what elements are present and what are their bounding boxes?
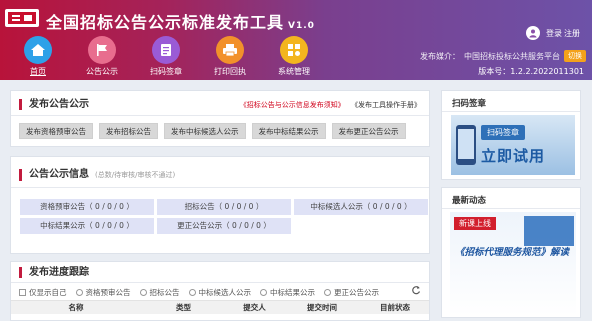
publish-media-value: 中国招标投标公共服务平台 <box>464 51 560 61</box>
notice-info-title: 公告公示信息 (总数/待审核/审核不通过) <box>19 169 175 181</box>
filter-correction-radio[interactable]: 更正公告公示 <box>324 287 379 298</box>
refresh-icon[interactable] <box>411 285 421 295</box>
scan-banner-text: 立即试用 <box>481 147 546 165</box>
publish-media: 发布媒介： 中国招标投标公共服务平台 切换 <box>420 50 586 62</box>
app-version: V1.0 <box>288 21 315 31</box>
nav-label-system-settings: 系统管理 <box>278 67 310 76</box>
radio-circle <box>139 289 147 296</box>
filter-prequal-label: 资格预审公告 <box>85 288 131 297</box>
latest-news-panel: 最新动态 新课上线 《招标代理服务规范》解读 <box>441 187 581 318</box>
nav-item-system-settings[interactable]: 系统管理 <box>262 36 326 77</box>
only-mine-checkbox[interactable]: 仅显示自己 <box>19 287 67 298</box>
col-submit-time: 提交时间 <box>307 303 337 312</box>
document-icon <box>152 36 180 64</box>
filter-candidate-radio[interactable]: 中标候选人公示 <box>188 287 252 298</box>
scan-banner-tag: 扫码签章 <box>481 125 525 140</box>
news-banner[interactable]: 新课上线 《招标代理服务规范》解读 <box>450 212 576 316</box>
col-name: 名称 <box>68 303 84 312</box>
progress-title: 发布进度跟踪 <box>19 267 89 278</box>
progress-panel: 发布进度跟踪 仅显示自己 资格预审公告 招标公告 中标候选人公示 中标结果公示 … <box>10 261 430 321</box>
radio-circle <box>324 289 331 296</box>
filter-correction-label: 更正公告公示 <box>334 288 379 297</box>
nav-label-print-receipt: 打印回执 <box>214 67 246 76</box>
publish-panel: 发布公告公示 《招标公告与公示信息发布须知》 《发布工具操作手册》 发布资格预审… <box>10 90 430 147</box>
filter-prequal-radio[interactable]: 资格预审公告 <box>75 287 131 298</box>
divider <box>442 111 580 112</box>
filter-result-label: 中标结果公示 <box>270 288 315 297</box>
radio-circle <box>75 289 83 296</box>
divider <box>11 115 429 116</box>
filter-tender-radio[interactable]: 招标公告 <box>139 287 180 298</box>
radio-circle <box>188 289 196 296</box>
col-status: 目前状态 <box>380 303 410 312</box>
notice-info-panel: 公告公示信息 (总数/待审核/审核不通过) 资格预审公告（ 0 / 0 / 0 ）… <box>10 156 430 254</box>
register-link[interactable]: 注册 <box>564 28 580 39</box>
publish-result-button[interactable]: 发布中标结果公示 <box>251 123 326 139</box>
publish-correction-button[interactable]: 发布更正公告公示 <box>331 123 406 139</box>
nav-label-notices: 公告公示 <box>86 67 118 76</box>
col-submitter: 提交人 <box>243 303 266 312</box>
news-banner-tag: 新课上线 <box>454 217 496 230</box>
app-title: 全国招标公告公示标准发布工具 V1.0 <box>46 9 315 33</box>
scan-sign-title: 扫码签章 <box>452 99 487 109</box>
publish-candidate-button[interactable]: 发布中标候选人公示 <box>164 123 246 139</box>
app-title-text: 全国招标公告公示标准发布工具 <box>46 13 285 32</box>
col-type: 类型 <box>176 303 191 312</box>
news-banner-decoration <box>524 216 574 246</box>
progress-filters: 仅显示自己 资格预审公告 招标公告 中标候选人公示 中标结果公示 更正公告公示 <box>19 287 388 298</box>
scan-sign-banner[interactable]: 扫码签章 立即试用 <box>451 115 575 175</box>
filter-candidate-label: 中标候选人公示 <box>198 288 252 297</box>
nav-label-scan-sign: 扫码签章 <box>150 67 182 76</box>
latest-news-title: 最新动态 <box>452 196 487 206</box>
publish-media-label: 发布媒介： <box>420 51 460 61</box>
operation-manual-link[interactable]: 《发布工具操作手册》 <box>351 101 421 109</box>
nav-item-home[interactable]: 首页 <box>6 36 70 77</box>
divider <box>442 208 580 209</box>
settings-icon <box>280 36 308 64</box>
info-prequal[interactable]: 资格预审公告（ 0 / 0 / 0 ） <box>20 199 154 215</box>
nav-item-scan-sign[interactable]: 扫码签章 <box>134 36 198 77</box>
user-area: 登录 注册 <box>526 26 580 40</box>
only-mine-label: 仅显示自己 <box>29 288 67 297</box>
filter-result-radio[interactable]: 中标结果公示 <box>260 287 315 298</box>
version-number: 版本号：1.2.2.2022011301 <box>478 67 584 76</box>
news-banner-text: 《招标代理服务规范》解读 <box>455 247 570 258</box>
flag-icon <box>88 36 116 64</box>
switch-media-button[interactable]: 切换 <box>564 50 586 62</box>
printer-icon <box>216 36 244 64</box>
nav-item-notices[interactable]: 公告公示 <box>70 36 134 77</box>
publish-notice-link[interactable]: 《招标公告与公示信息发布须知》 <box>240 101 345 109</box>
user-avatar-icon <box>526 26 540 40</box>
info-candidate[interactable]: 中标候选人公示（ 0 / 0 / 0 ） <box>294 199 428 215</box>
login-link[interactable]: 登录 <box>546 28 562 39</box>
app-logo-icon <box>5 9 39 27</box>
notice-info-subtitle: (总数/待审核/审核不通过) <box>95 171 176 179</box>
publish-buttons: 发布资格预审公告 发布招标公告 发布中标候选人公示 发布中标结果公示 发布更正公… <box>19 123 406 139</box>
app-header: 全国招标公告公示标准发布工具 V1.0 首页 公告公示 扫码签章 打印回执 系统… <box>0 0 592 80</box>
main-nav: 首页 公告公示 扫码签章 打印回执 系统管理 <box>6 36 326 77</box>
filter-tender-label: 招标公告 <box>149 288 180 297</box>
phone-icon <box>456 125 476 165</box>
divider <box>11 187 429 188</box>
divider <box>11 282 429 283</box>
progress-table-header: 名称 类型 提交人 提交时间 目前状态 <box>11 300 429 314</box>
scan-sign-panel: 扫码签章 扫码签章 立即试用 <box>441 90 581 180</box>
info-result[interactable]: 中标结果公示（ 0 / 0 / 0 ） <box>20 218 154 234</box>
home-icon <box>24 36 52 64</box>
nav-label-home: 首页 <box>30 67 46 76</box>
publish-prequal-button[interactable]: 发布资格预审公告 <box>19 123 93 139</box>
publish-panel-title: 发布公告公示 <box>19 99 89 110</box>
info-tender[interactable]: 招标公告（ 0 / 0 / 0 ） <box>157 199 291 215</box>
checkbox-box <box>19 289 26 296</box>
info-correction[interactable]: 更正公告公示（ 0 / 0 / 0 ） <box>157 218 291 234</box>
notice-info-grid: 资格预审公告（ 0 / 0 / 0 ） 招标公告（ 0 / 0 / 0 ） 中标… <box>20 199 428 234</box>
notice-info-title-text: 公告公示信息 <box>29 169 89 180</box>
publish-links: 《招标公告与公示信息发布须知》 《发布工具操作手册》 <box>240 100 421 110</box>
nav-item-print-receipt[interactable]: 打印回执 <box>198 36 262 77</box>
radio-circle <box>260 289 267 296</box>
publish-tender-button[interactable]: 发布招标公告 <box>99 123 158 139</box>
